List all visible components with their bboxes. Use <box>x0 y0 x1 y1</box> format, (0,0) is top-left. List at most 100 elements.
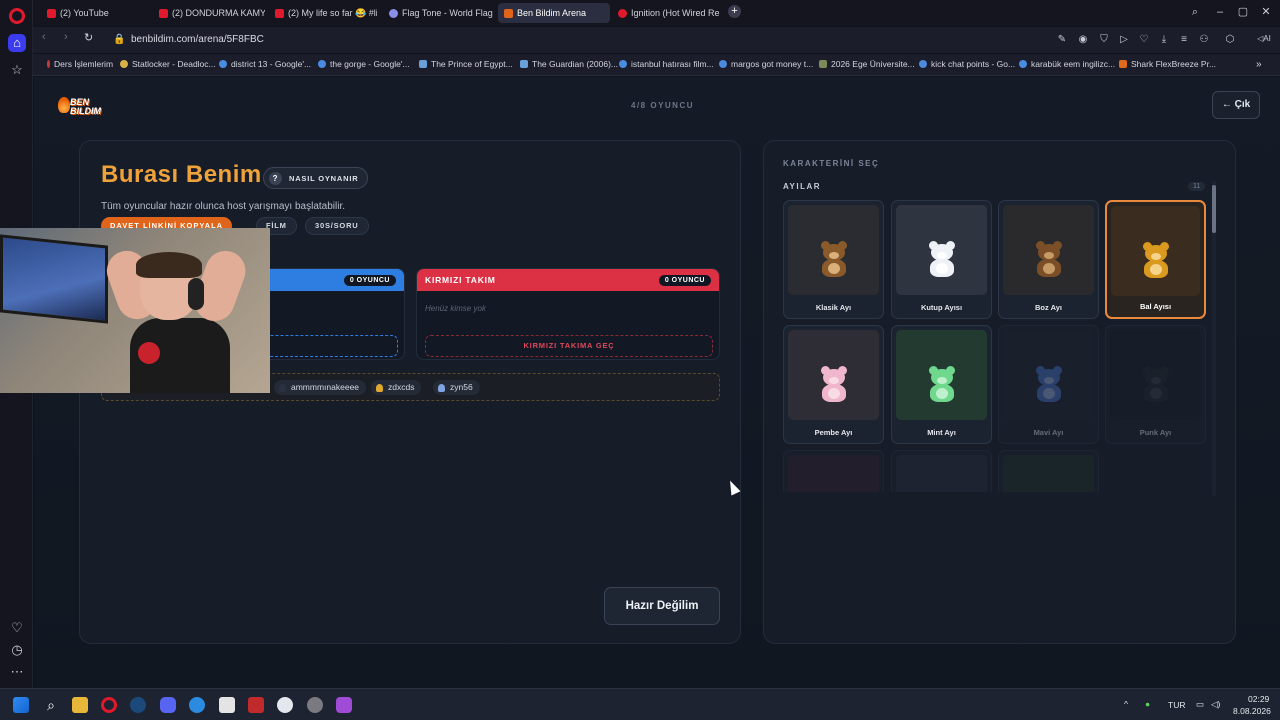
bookmark[interactable]: The Guardian (2006)... <box>520 59 618 69</box>
site-logo[interactable]: BEN BILDIM <box>58 95 104 119</box>
voice-app-icon[interactable] <box>248 697 264 713</box>
heart-icon[interactable]: ♡ <box>8 619 26 637</box>
character-panel-title: KARAKTERİNİ SEÇ <box>783 159 880 168</box>
steam-icon[interactable] <box>130 697 146 713</box>
bookmarks-overflow-icon[interactable]: » <box>1256 59 1262 70</box>
url-field[interactable]: 🔒 benbildim.com/arena/5F8FBC ✎ ◉ ⛉ ▷ ♡ ⤓… <box>105 30 1280 50</box>
shield-icon[interactable]: ⛉ <box>1097 34 1111 45</box>
youtube-icon <box>47 8 56 18</box>
star-icon[interactable]: ☆ <box>8 61 26 79</box>
character-scrollbar[interactable] <box>1212 181 1216 496</box>
character-card[interactable]: Bal Ayısı <box>1105 200 1206 319</box>
discord-icon[interactable] <box>160 697 176 713</box>
more-icon[interactable]: ⋯ <box>8 663 26 681</box>
bookmark-icon <box>520 60 528 68</box>
red-team-card: KIRMIZI TAKIM 0 OYUNCU Henüz kimse yok K… <box>416 268 720 360</box>
opera-logo-icon[interactable] <box>9 8 25 24</box>
network-icon[interactable]: ▭ <box>1196 699 1204 710</box>
tray-chevron-icon[interactable]: ^ <box>1124 699 1128 709</box>
app-icon[interactable] <box>219 697 235 713</box>
bear-icon <box>819 241 849 277</box>
ready-toggle-button[interactable]: Hazır Değilim <box>604 587 720 625</box>
bookmark[interactable]: karabük eem ingilizc... <box>1019 59 1115 69</box>
google-icon <box>619 60 627 68</box>
tab[interactable]: (2) My life so far 😂 #life <box>269 3 377 23</box>
character-art <box>1003 455 1094 492</box>
bookmark[interactable]: Statlocker - Deadloc... <box>120 59 216 69</box>
character-card[interactable]: Boz Ayı <box>998 200 1099 319</box>
red-team-empty-text: Henüz kimse yok <box>425 304 486 313</box>
home-icon[interactable]: ⌂ <box>8 34 26 52</box>
windows-start-icon[interactable] <box>13 697 29 713</box>
menu-icon[interactable]: ≡ <box>1177 34 1191 45</box>
tab[interactable]: (2) DONDURMA KAMYON <box>153 3 265 23</box>
character-art <box>1110 330 1201 420</box>
character-card[interactable]: Kutup Ayısı <box>891 200 992 319</box>
how-to-play-button[interactable]: ? NASIL OYNANIR <box>263 167 369 189</box>
bookmark-icon <box>419 60 427 68</box>
character-card[interactable]: Mint Ayı <box>891 325 992 444</box>
extensions-icon[interactable]: ⬡ <box>1223 34 1237 45</box>
bear-icon <box>1141 366 1171 402</box>
download-icon[interactable]: ⤓ <box>1157 34 1171 45</box>
character-name: Pembe Ayı <box>814 428 853 437</box>
clock-date[interactable]: 8.08.2026 <box>1233 706 1271 716</box>
scroll-thumb[interactable] <box>1212 185 1216 233</box>
search-icon[interactable]: ⌕ <box>43 697 59 713</box>
history-icon[interactable]: ◷ <box>8 641 26 659</box>
reload-icon[interactable]: ↻ <box>84 31 93 44</box>
character-art <box>1111 206 1200 296</box>
back-icon[interactable]: ‹ <box>42 31 46 43</box>
volume-icon[interactable]: ◁) <box>1211 699 1220 710</box>
character-card[interactable] <box>891 450 992 492</box>
tab[interactable]: Flag Tone - World Flag Co <box>383 3 495 23</box>
character-card[interactable] <box>998 450 1099 492</box>
app-icon[interactable] <box>307 697 323 713</box>
bookmark[interactable]: istanbul hatırası film... <box>619 59 714 69</box>
minimize-button[interactable]: – <box>1213 5 1227 19</box>
character-card[interactable]: Klasik Ayı <box>783 200 884 319</box>
join-red-team-button[interactable]: KIRMIZI TAKIMA GEÇ <box>425 335 713 357</box>
bookmark[interactable]: margos got money t... <box>719 59 813 69</box>
pawn-icon <box>376 383 383 392</box>
app-icon[interactable] <box>189 697 205 713</box>
tab-active[interactable]: Ben Bildim Arena <box>498 3 610 23</box>
bookmark[interactable]: kick chat points - Go... <box>919 59 1015 69</box>
bookmark-label: the gorge - Google'... <box>330 59 410 69</box>
opera-icon[interactable] <box>101 697 117 713</box>
language-indicator[interactable]: TUR <box>1168 700 1185 710</box>
question-icon: ? <box>269 171 282 185</box>
file-explorer-icon[interactable] <box>72 697 88 713</box>
tab[interactable]: (2) YouTube <box>41 3 149 23</box>
bookmark[interactable]: Shark FlexBreeze Pr... <box>1119 59 1216 69</box>
forward-icon[interactable]: › <box>64 31 68 43</box>
camera-icon[interactable]: ◉ <box>1076 34 1090 45</box>
new-tab-button[interactable]: + <box>728 5 741 18</box>
character-card[interactable]: Mavi Ayı <box>998 325 1099 444</box>
edit-icon[interactable]: ✎ <box>1055 34 1069 45</box>
bookmark[interactable]: The Prince of Egypt... <box>419 59 513 69</box>
clock-time[interactable]: 02:29 <box>1248 694 1269 704</box>
app-icon[interactable] <box>277 697 293 713</box>
play-icon[interactable]: ▷ <box>1117 34 1131 45</box>
character-card[interactable] <box>783 450 884 492</box>
close-window-button[interactable]: ✕ <box>1259 5 1273 19</box>
tab-label: (2) DONDURMA KAMYON <box>172 8 265 18</box>
tab[interactable]: Ignition (Hot Wired Re <box>612 3 724 23</box>
profile-icon[interactable]: ⚇ <box>1197 34 1211 45</box>
search-tabs-icon[interactable]: ⌕ <box>1188 5 1202 19</box>
maximize-button[interactable]: ▢ <box>1236 5 1250 19</box>
ai-button[interactable]: ◁AI <box>1253 34 1275 43</box>
bookmark[interactable]: the gorge - Google'... <box>318 59 410 69</box>
mic-tray-icon[interactable]: ● <box>1145 699 1150 709</box>
character-card[interactable]: Pembe Ayı <box>783 325 884 444</box>
heart-icon[interactable]: ♡ <box>1137 34 1151 45</box>
app-icon[interactable] <box>336 697 352 713</box>
bookmark[interactable]: Ders İşlemlerim <box>47 59 113 69</box>
bookmark[interactable]: district 13 - Google'... <box>219 59 311 69</box>
exit-button[interactable]: ← Çık <box>1212 91 1260 119</box>
tab-label: Ignition (Hot Wired Re <box>631 8 720 18</box>
bookmark[interactable]: 2026 Ege Üniversite... <box>819 59 915 69</box>
youtube-icon <box>159 8 168 18</box>
character-card[interactable]: Punk Ayı <box>1105 325 1206 444</box>
